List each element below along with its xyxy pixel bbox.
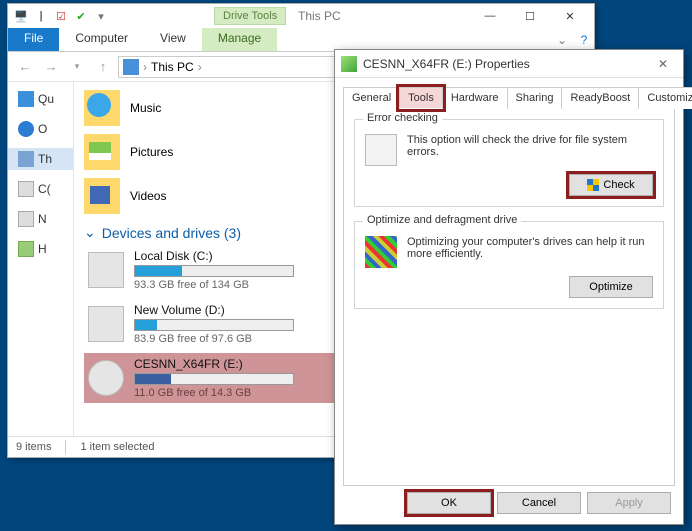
qat-dropdown-icon[interactable]: ▾ bbox=[92, 7, 110, 25]
window-controls: — ☐ ✕ bbox=[470, 5, 590, 27]
drive-tools-contextual-tab[interactable]: Drive Tools bbox=[214, 7, 286, 25]
nav-onedrive[interactable]: O bbox=[8, 118, 73, 140]
folder-icon bbox=[84, 134, 120, 170]
view-tab[interactable]: View bbox=[144, 28, 202, 51]
optimize-button[interactable]: Optimize bbox=[569, 276, 653, 298]
button-label: Optimize bbox=[589, 281, 632, 293]
button-label: Cancel bbox=[522, 497, 556, 509]
back-button[interactable]: ← bbox=[14, 56, 36, 78]
recent-dropdown-icon[interactable]: ▾ bbox=[66, 56, 88, 78]
tab-readyboost[interactable]: ReadyBoost bbox=[561, 87, 639, 109]
qat-separator: | bbox=[32, 7, 50, 25]
optimize-text: Optimizing your computer's drives can he… bbox=[407, 236, 653, 268]
storage-bar bbox=[134, 265, 294, 277]
breadcrumb-chevron[interactable]: › bbox=[198, 60, 202, 74]
properties-icon[interactable]: ☑ bbox=[52, 7, 70, 25]
group-label: Optimize and defragment drive bbox=[363, 214, 521, 226]
folder-icon bbox=[84, 90, 120, 126]
button-label: Check bbox=[603, 179, 634, 191]
picture-icon bbox=[89, 142, 111, 160]
help-icon[interactable]: ? bbox=[574, 28, 594, 51]
drive-icon bbox=[18, 181, 34, 197]
drive-free-text: 93.3 GB free of 134 GB bbox=[134, 279, 294, 291]
minimize-button[interactable]: — bbox=[470, 5, 510, 27]
star-icon bbox=[18, 91, 34, 107]
checkmark-icon[interactable]: ✔ bbox=[72, 7, 90, 25]
windows-drive-icon bbox=[88, 252, 124, 288]
chevron-down-icon: ⌄ bbox=[84, 224, 96, 241]
dialog-footer: OK Cancel Apply bbox=[407, 492, 671, 514]
file-tab[interactable]: File bbox=[8, 28, 59, 51]
drive-free-text: 83.9 GB free of 97.6 GB bbox=[134, 333, 294, 345]
quick-access-toolbar: 🖥️ | ☑ ✔ ▾ bbox=[12, 7, 110, 25]
drive-name: New Volume (D:) bbox=[134, 303, 294, 317]
breadcrumb-thispc[interactable]: This PC bbox=[151, 60, 194, 74]
ok-button[interactable]: OK bbox=[407, 492, 491, 514]
button-label: OK bbox=[441, 497, 457, 509]
tab-hardware[interactable]: Hardware bbox=[442, 87, 508, 109]
status-item-count: 9 items bbox=[16, 441, 51, 453]
explorer-titlebar: 🖥️ | ☑ ✔ ▾ Drive Tools This PC — ☐ ✕ bbox=[8, 4, 594, 28]
drive-icon bbox=[341, 56, 357, 72]
nav-drive-e[interactable]: H bbox=[8, 238, 73, 260]
computer-tab[interactable]: Computer bbox=[59, 28, 144, 51]
dvd-icon bbox=[18, 241, 34, 257]
breadcrumb-chevron[interactable]: › bbox=[143, 60, 147, 74]
section-label: Devices and drives (3) bbox=[102, 225, 241, 241]
manage-tab[interactable]: Manage bbox=[202, 28, 277, 51]
group-label: Error checking bbox=[363, 112, 442, 124]
tab-tools[interactable]: Tools bbox=[399, 87, 443, 109]
maximize-button[interactable]: ☐ bbox=[510, 5, 550, 27]
shield-icon bbox=[587, 179, 599, 191]
apply-button[interactable]: Apply bbox=[587, 492, 671, 514]
check-button[interactable]: Check bbox=[569, 174, 653, 196]
nav-drive-c[interactable]: C( bbox=[8, 178, 73, 200]
dvd-drive-icon bbox=[88, 360, 124, 396]
status-selected-count: 1 item selected bbox=[80, 441, 154, 453]
drive-name: Local Disk (C:) bbox=[134, 249, 294, 263]
storage-bar bbox=[134, 373, 294, 385]
drive-icon bbox=[18, 211, 34, 227]
tab-sharing[interactable]: Sharing bbox=[507, 87, 563, 109]
folder-icon bbox=[84, 178, 120, 214]
close-button[interactable]: ✕ bbox=[649, 57, 677, 71]
properties-dialog: CESNN_X64FR (E:) Properties ✕ General To… bbox=[334, 49, 684, 525]
forward-button[interactable]: → bbox=[40, 56, 62, 78]
video-icon bbox=[90, 186, 110, 204]
pc-icon bbox=[123, 59, 139, 75]
defrag-icon bbox=[365, 236, 397, 268]
folder-label: Pictures bbox=[130, 145, 173, 159]
close-button[interactable]: ✕ bbox=[550, 5, 590, 27]
dialog-title: CESNN_X64FR (E:) Properties bbox=[363, 57, 530, 71]
ribbon-expand-icon[interactable]: ⌄ bbox=[550, 28, 574, 51]
dialog-body: Error checking This option will check th… bbox=[343, 108, 675, 486]
error-checking-group: Error checking This option will check th… bbox=[354, 119, 664, 207]
cloud-icon bbox=[18, 121, 34, 137]
folder-label: Videos bbox=[130, 189, 166, 203]
nav-quick-access[interactable]: Qu bbox=[8, 88, 73, 110]
tab-customize[interactable]: Customize bbox=[638, 87, 692, 109]
cancel-button[interactable]: Cancel bbox=[497, 492, 581, 514]
drive-name: CESNN_X64FR (E:) bbox=[134, 357, 294, 371]
storage-bar bbox=[134, 319, 294, 331]
nav-drive-d[interactable]: N bbox=[8, 208, 73, 230]
optimize-group: Optimize and defragment drive Optimizing… bbox=[354, 221, 664, 309]
error-checking-text: This option will check the drive for fil… bbox=[407, 134, 653, 166]
hdd-icon bbox=[365, 134, 397, 166]
pc-icon bbox=[18, 151, 34, 167]
tab-general[interactable]: General bbox=[343, 87, 400, 109]
pc-icon: 🖥️ bbox=[12, 7, 30, 25]
folder-label: Music bbox=[130, 101, 161, 115]
button-label: Apply bbox=[615, 497, 643, 509]
nav-this-pc[interactable]: Th bbox=[8, 148, 73, 170]
window-title: This PC bbox=[298, 9, 341, 23]
properties-tabs: General Tools Hardware Sharing ReadyBoos… bbox=[335, 78, 683, 108]
music-note-icon bbox=[87, 93, 111, 117]
drive-free-text: 11.0 GB free of 14.3 GB bbox=[134, 387, 294, 399]
up-button[interactable]: ↑ bbox=[92, 56, 114, 78]
hdd-icon bbox=[88, 306, 124, 342]
dialog-titlebar: CESNN_X64FR (E:) Properties ✕ bbox=[335, 50, 683, 78]
navigation-pane: Qu O Th C( N H bbox=[8, 82, 74, 436]
